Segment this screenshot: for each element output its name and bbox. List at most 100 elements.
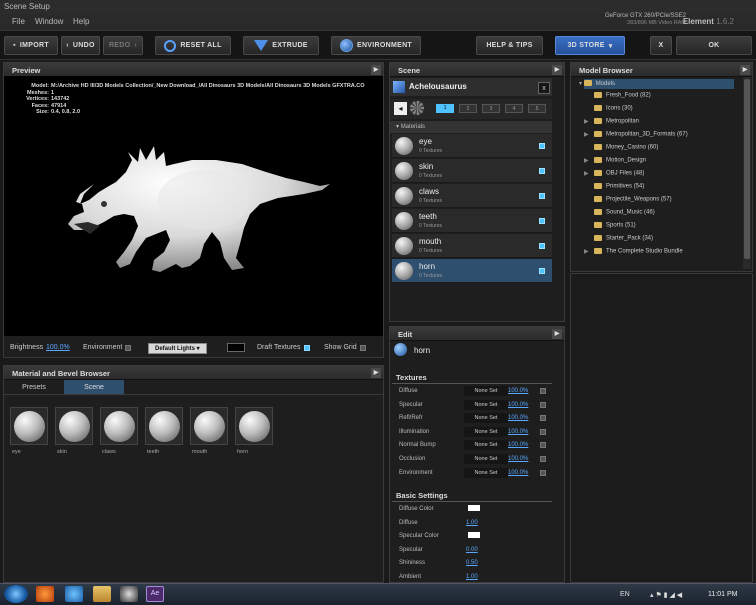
tree-item[interactable]: Metropolitan [594, 118, 639, 125]
tray-icons[interactable]: ▴ ⚑ ▮ ◢ ◀ [650, 591, 682, 599]
setting-value[interactable]: 0.00 [466, 547, 478, 553]
ie-icon[interactable] [65, 586, 83, 602]
after-effects-icon[interactable]: Ae [146, 586, 164, 602]
material-swatch[interactable] [100, 407, 138, 445]
material-row[interactable]: eye 0 Textures [392, 134, 552, 158]
tree-item[interactable]: Metropolitan_3D_Formats (67) [594, 131, 688, 138]
chevron-right-icon[interactable]: ▶ [584, 248, 589, 255]
group-tab[interactable]: 1 [436, 104, 454, 113]
material-row[interactable]: mouth 0 Textures [392, 234, 552, 258]
materials-section[interactable]: ▾ Materials [390, 121, 552, 133]
tree-item[interactable]: Sound_Music (46) [594, 209, 655, 216]
environment-checkbox[interactable] [125, 345, 131, 351]
menu-help[interactable]: Help [73, 17, 89, 26]
environment-button[interactable]: ENVIRONMENT [331, 36, 421, 55]
material-visible-checkbox[interactable] [539, 218, 545, 224]
brightness-value[interactable]: 100.0% [46, 344, 70, 351]
group-tab[interactable]: 2 [459, 104, 477, 113]
texture-slot[interactable]: None Set [464, 426, 508, 437]
texture-slot[interactable]: None Set [464, 413, 508, 424]
texture-toggle[interactable] [540, 469, 546, 476]
color-swatch[interactable] [468, 532, 480, 539]
show-grid-checkbox[interactable] [360, 345, 366, 351]
lights-dropdown[interactable]: Default Lights ▾ [148, 343, 207, 354]
language-indicator[interactable]: EN [620, 591, 630, 598]
texture-strength[interactable]: 100.0% [508, 442, 528, 448]
expand-icon[interactable]: ▶ [740, 65, 750, 75]
scrollbar[interactable] [743, 77, 751, 269]
material-swatch[interactable] [235, 407, 273, 445]
explorer-icon[interactable] [93, 586, 111, 602]
expand-icon[interactable]: ▶ [552, 329, 562, 339]
expand-icon[interactable]: ▶ [371, 65, 381, 75]
material-visible-checkbox[interactable] [539, 268, 545, 274]
media-icon[interactable] [120, 586, 138, 602]
material-row[interactable]: horn 0 Textures [392, 259, 552, 283]
help-tips-button[interactable]: HELP & TIPS [476, 36, 543, 55]
start-button[interactable] [4, 585, 28, 603]
menu-file[interactable]: File [12, 17, 25, 26]
expand-icon[interactable]: ▶ [552, 65, 562, 75]
firefox-icon[interactable] [36, 586, 54, 602]
redo-button[interactable]: REDO › [103, 36, 143, 55]
texture-toggle[interactable] [540, 456, 546, 462]
material-visible-checkbox[interactable] [539, 243, 545, 249]
tree-item[interactable]: Starter_Pack (34) [594, 235, 653, 242]
texture-strength[interactable]: 100.0% [508, 470, 528, 476]
extrude-button[interactable]: EXTRUDE [243, 36, 319, 55]
clock[interactable]: 11:01 PM [708, 591, 737, 598]
draft-textures-checkbox[interactable] [304, 345, 310, 351]
material-row[interactable]: teeth 0 Textures [392, 209, 552, 233]
tree-item[interactable]: The Complete Studio Bundle [594, 248, 683, 255]
scene-object-row[interactable]: Achelousaurus [390, 78, 552, 96]
material-swatch[interactable] [190, 407, 228, 445]
tab-scene[interactable]: Scene [64, 380, 124, 394]
store-button[interactable]: 3D STORE ▾ [555, 36, 625, 55]
pointer-icon[interactable]: ◂ [394, 102, 407, 115]
tree-root[interactable]: ▾ Models [579, 80, 615, 87]
texture-toggle[interactable] [540, 401, 546, 408]
texture-strength[interactable]: 100.0% [508, 388, 528, 394]
material-swatch[interactable] [10, 407, 48, 445]
background-color-swatch[interactable] [227, 343, 245, 352]
group-tab[interactable]: 3 [482, 104, 500, 113]
material-row[interactable]: skin 0 Textures [392, 159, 552, 183]
expand-icon[interactable]: ▶ [371, 368, 381, 378]
material-swatch[interactable] [145, 407, 183, 445]
import-button[interactable]: ▪ IMPORT [4, 36, 58, 55]
texture-strength[interactable]: 100.0% [508, 415, 528, 421]
material-swatch[interactable] [55, 407, 93, 445]
ok-button[interactable]: OK [676, 36, 752, 55]
material-visible-checkbox[interactable] [539, 143, 545, 149]
texture-slot[interactable]: None Set [464, 454, 508, 464]
scrollbar-thumb[interactable] [744, 79, 750, 259]
texture-toggle[interactable] [540, 442, 546, 449]
material-visible-checkbox[interactable] [539, 193, 545, 199]
texture-toggle[interactable] [540, 388, 546, 394]
tree-item[interactable]: Money_Casino (60) [594, 144, 658, 151]
texture-slot[interactable]: None Set [464, 467, 508, 478]
tree-item[interactable]: Sports (51) [594, 222, 636, 229]
tree-item[interactable]: Motion_Design [594, 157, 646, 164]
tree-item[interactable]: Projectile_Weapons (57) [594, 196, 672, 203]
setting-value[interactable]: 1.00 [466, 574, 478, 580]
texture-slot[interactable]: None Set [464, 440, 508, 451]
texture-toggle[interactable] [540, 428, 546, 435]
texture-toggle[interactable] [540, 415, 546, 422]
tree-item[interactable]: Icons (30) [594, 105, 633, 112]
setting-value[interactable]: 1.00 [466, 520, 478, 526]
chevron-right-icon[interactable]: ▶ [584, 131, 589, 138]
texture-strength[interactable]: 100.0% [508, 402, 528, 408]
undo-button[interactable]: ‹ UNDO [61, 36, 100, 55]
texture-strength[interactable]: 100.0% [508, 429, 528, 435]
close-icon[interactable]: x [538, 82, 550, 94]
texture-slot[interactable]: None Set [464, 386, 508, 396]
tree-item[interactable]: Primitives (54) [594, 183, 644, 190]
material-visible-checkbox[interactable] [539, 168, 545, 174]
texture-strength[interactable]: 100.0% [508, 456, 528, 462]
close-button[interactable]: X [650, 36, 672, 55]
tree-item[interactable]: Fresh_Food (82) [594, 92, 651, 99]
menu-window[interactable]: Window [35, 17, 63, 26]
reset-all-button[interactable]: RESET ALL [155, 36, 231, 55]
group-tab[interactable]: 5 [528, 104, 546, 113]
